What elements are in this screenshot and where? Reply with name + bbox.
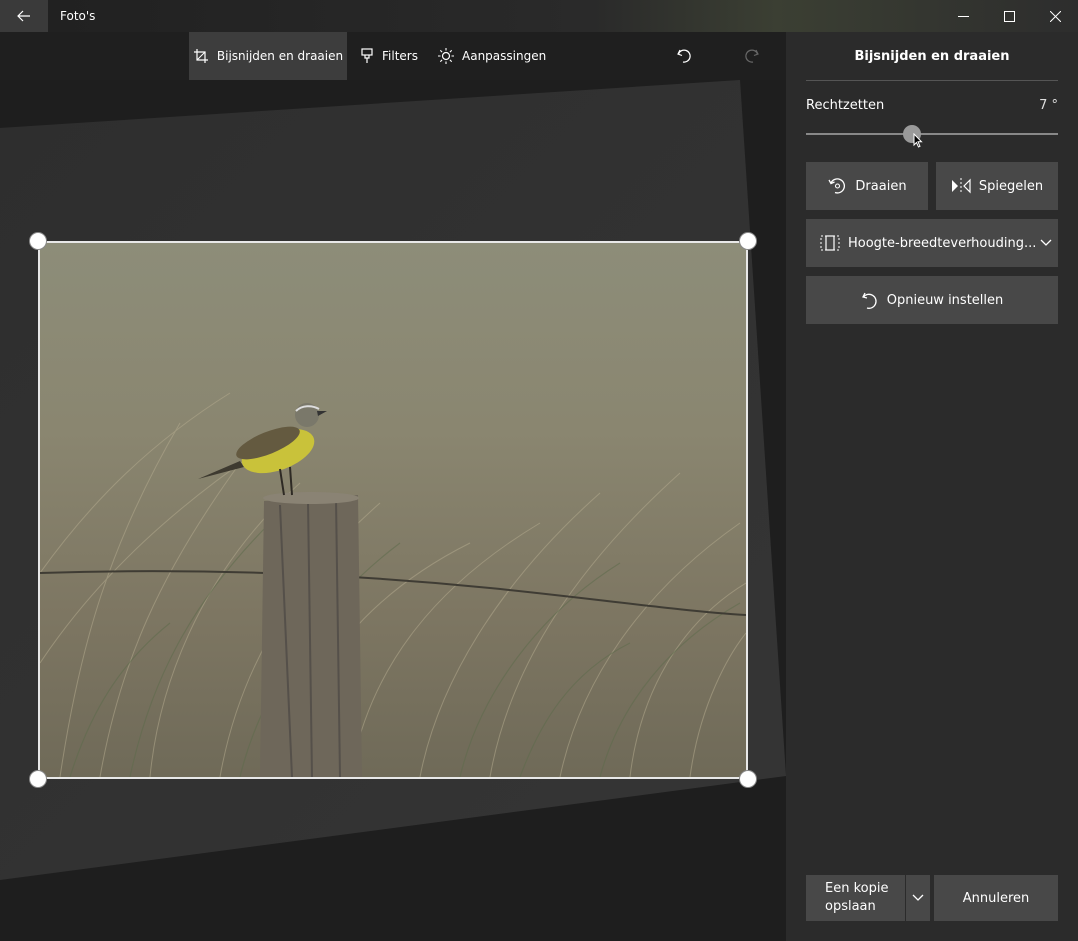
- rotate-icon: [828, 178, 846, 194]
- tab-filters[interactable]: Filters: [360, 32, 418, 80]
- tab-crop-rotate[interactable]: Bijsnijden en draaien: [189, 32, 347, 80]
- tab-adjustments[interactable]: Aanpassingen: [438, 32, 546, 80]
- maximize-icon: [1003, 10, 1015, 22]
- edit-toolbar: Bijsnijden en draaien Filters Aanpassing…: [0, 32, 786, 80]
- tab-adjustments-label: Aanpassingen: [462, 49, 547, 63]
- undo-button[interactable]: [676, 32, 700, 80]
- chevron-down-icon: [1040, 239, 1052, 246]
- save-copy-label-line1: Een kopie: [825, 881, 889, 896]
- app-title: Foto's: [60, 9, 96, 23]
- title-bar: Foto's: [0, 0, 1078, 32]
- arrow-left-icon: [17, 10, 30, 22]
- save-options-dropdown[interactable]: [906, 875, 930, 921]
- mirror-button[interactable]: Spiegelen: [936, 162, 1058, 210]
- crop-icon: [193, 49, 208, 63]
- reset-icon: [861, 292, 877, 309]
- minimize-icon: [957, 15, 969, 17]
- undo-icon: [677, 49, 691, 63]
- straighten-value: 7 °: [1039, 98, 1058, 113]
- crop-frame[interactable]: [38, 241, 748, 779]
- mouse-cursor-icon: [913, 133, 923, 148]
- aspect-ratio-dropdown[interactable]: Hoogte-breedteverhouding...: [806, 219, 1058, 267]
- close-button[interactable]: [1032, 0, 1078, 32]
- straighten-slider[interactable]: [806, 133, 1058, 135]
- cancel-label: Annuleren: [962, 890, 1030, 906]
- mirror-icon: [951, 178, 971, 194]
- brush-icon: [361, 48, 373, 63]
- cancel-button[interactable]: Annuleren: [934, 875, 1058, 921]
- save-copy-button[interactable]: Een kopie opslaan: [806, 875, 905, 921]
- redo-icon: [745, 49, 759, 63]
- crop-handle-bottom-right[interactable]: [739, 770, 757, 788]
- reset-button[interactable]: Opnieuw instellen: [806, 276, 1058, 324]
- rotate-button[interactable]: Draaien: [806, 162, 928, 210]
- close-icon: [1049, 10, 1061, 22]
- bird-photo: [40, 243, 746, 777]
- aspect-ratio-icon: [820, 235, 840, 251]
- crop-handle-bottom-left[interactable]: [29, 770, 47, 788]
- reset-label: Opnieuw instellen: [886, 292, 1004, 308]
- panel-title: Bijsnijden en draaien: [854, 49, 1010, 64]
- chevron-down-icon: [912, 894, 924, 901]
- straighten-label: Rechtzetten: [806, 98, 885, 113]
- back-button[interactable]: [0, 0, 48, 32]
- tab-filters-label: Filters: [382, 49, 418, 63]
- crop-rotate-panel: Bijsnijden en draaien Rechtzetten 7 ° Dr…: [786, 32, 1078, 941]
- maximize-button[interactable]: [986, 0, 1032, 32]
- redo-button[interactable]: [744, 32, 768, 80]
- save-copy-label-line2: opslaan: [825, 899, 876, 914]
- crop-handle-top-right[interactable]: [739, 232, 757, 250]
- crop-handle-top-left[interactable]: [29, 232, 47, 250]
- sun-icon: [438, 48, 454, 64]
- aspect-ratio-label: Hoogte-breedteverhouding...: [848, 235, 1037, 251]
- photo-canvas: [0, 80, 786, 941]
- minimize-button[interactable]: [940, 0, 986, 32]
- rotate-label: Draaien: [855, 178, 907, 194]
- panel-divider: [806, 80, 1058, 81]
- tab-crop-label: Bijsnijden en draaien: [216, 49, 344, 63]
- mirror-label: Spiegelen: [978, 178, 1044, 194]
